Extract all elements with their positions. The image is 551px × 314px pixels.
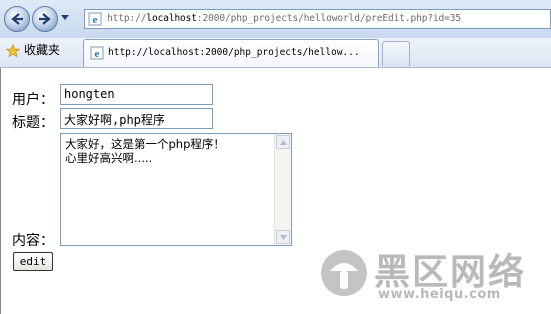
content-line: 心里好高兴啊..... [65, 151, 153, 165]
favorites-star-icon [6, 44, 20, 58]
watermark-url: www.heiqu.com [378, 287, 501, 302]
address-url: http://localhost:2000/php_projects/hello… [107, 13, 462, 24]
forward-button[interactable] [32, 6, 58, 32]
ie-page-icon: e [88, 12, 102, 26]
favorites-bar: 收藏夹 e http://localhost:2000/php_projects… [0, 38, 551, 68]
watermark-logo [321, 250, 367, 296]
user-input[interactable]: hongten [60, 84, 213, 105]
navigation-bar: e http://localhost:2000/php_projects/hel… [0, 0, 551, 38]
forward-arrow-icon [39, 13, 51, 25]
scroll-up-icon [280, 140, 287, 145]
favorites-button[interactable]: 收藏夹 [24, 41, 60, 58]
address-bar[interactable]: e http://localhost:2000/php_projects/hel… [84, 9, 551, 29]
svg-text:e: e [95, 48, 100, 60]
title-input[interactable]: 大家好啊,php程序 [60, 108, 213, 129]
back-arrow-icon [11, 13, 23, 25]
recent-pages-dropdown-icon[interactable] [61, 15, 69, 20]
svg-text:e: e [93, 14, 98, 26]
title-label: 标题： [12, 115, 54, 131]
new-tab-button[interactable] [382, 41, 410, 66]
content-label: 内容： [12, 233, 54, 249]
textarea-scrollbar[interactable] [274, 134, 291, 245]
scroll-up-button[interactable] [276, 135, 290, 149]
edit-button[interactable]: edit [13, 252, 53, 271]
ie-page-icon: e [90, 46, 104, 60]
scroll-down-button[interactable] [276, 230, 290, 244]
user-label: 用户： [12, 92, 54, 108]
browser-tab-active[interactable]: e http://localhost:2000/php_projects/hel… [83, 39, 379, 67]
tab-title: http://localhost:2000/php_projects/hello… [108, 47, 360, 58]
content-textarea[interactable]: 大家好，这是第一个php程序！ 心里好高兴啊..... [60, 133, 292, 246]
back-button[interactable] [4, 6, 30, 32]
scroll-down-icon [280, 235, 287, 240]
